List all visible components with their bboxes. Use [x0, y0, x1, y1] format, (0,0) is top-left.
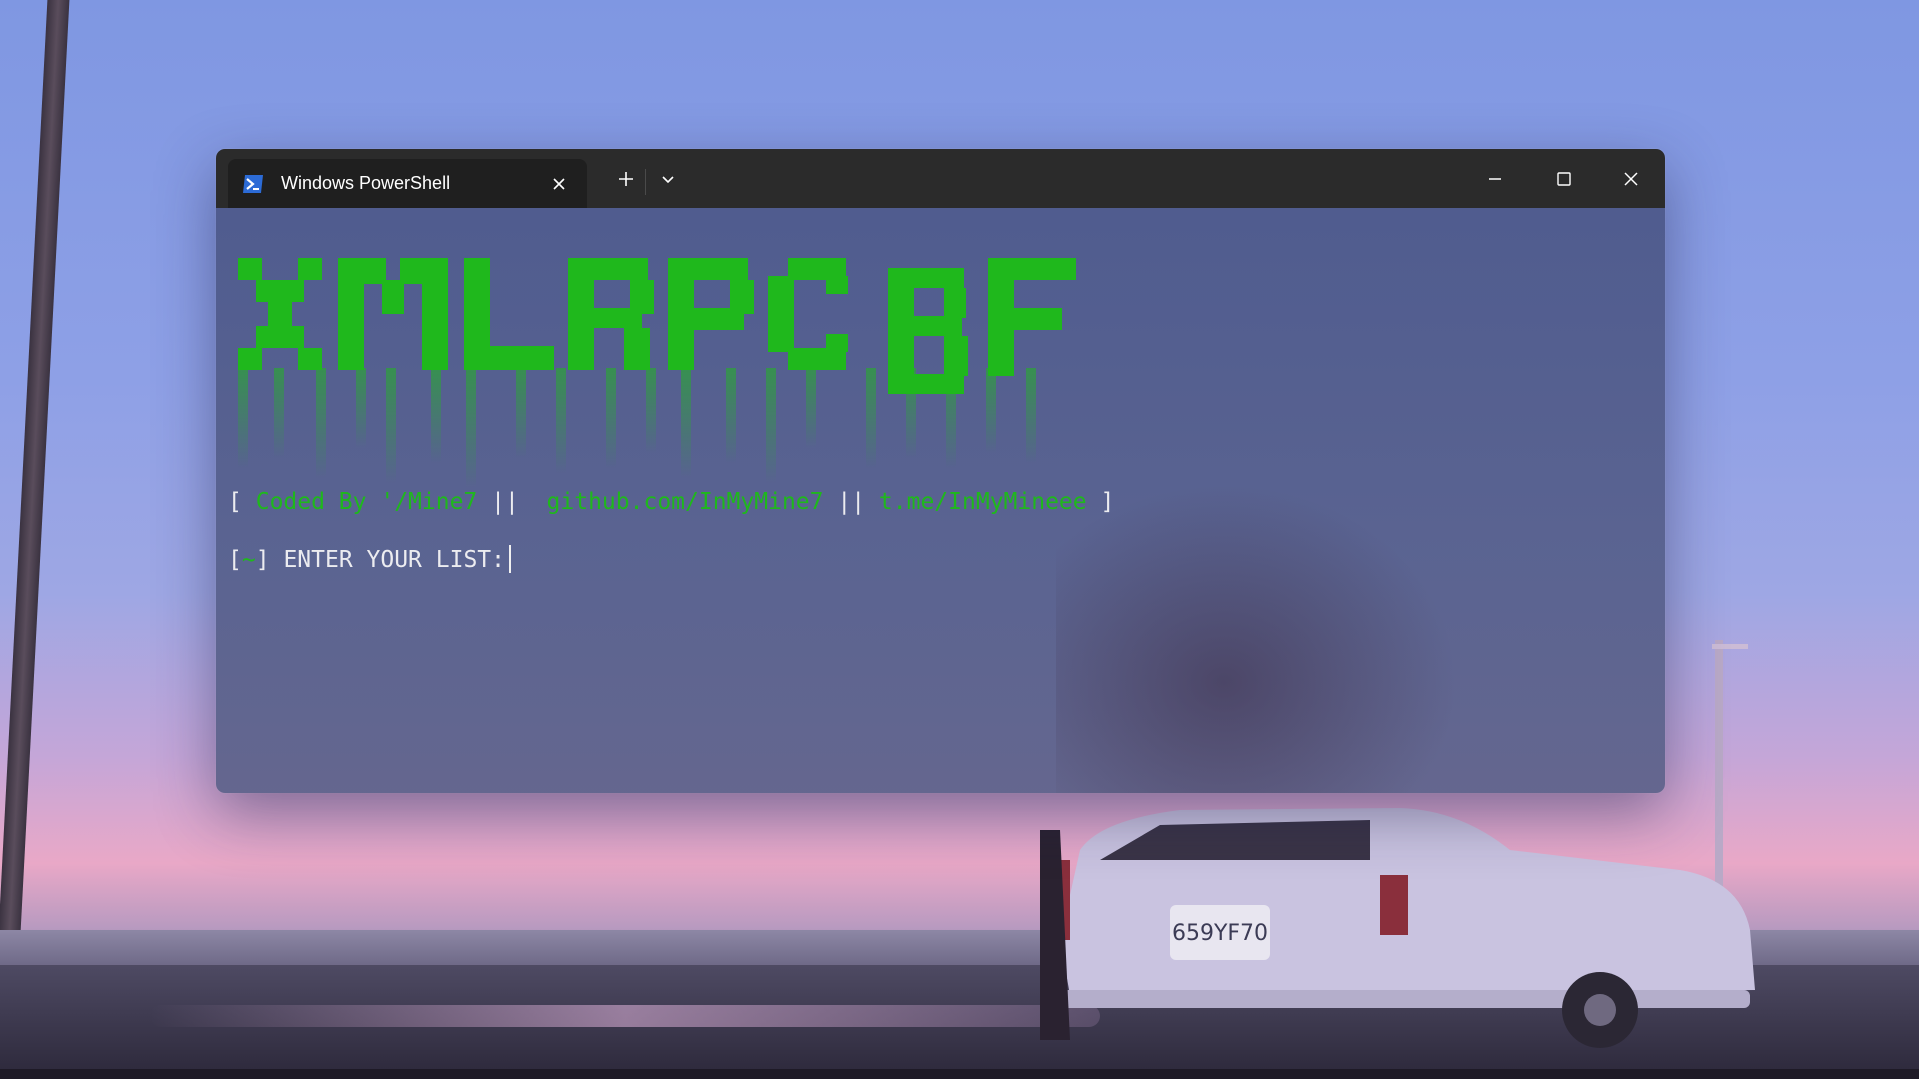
new-tab-button[interactable]: [606, 161, 646, 197]
title-bar[interactable]: Windows PowerShell: [216, 149, 1665, 208]
credit-line: [ Coded By '/Mine7 || github.com/InMyMin…: [228, 489, 1114, 515]
svg-text:659YF70: 659YF70: [1172, 921, 1268, 946]
tab-dropdown-button[interactable]: [648, 161, 688, 197]
desktop-wallpaper: 659YF70 Windows PowerShell [Coded By '/…: [0, 0, 1919, 1079]
prompt-symbol: ~: [241, 547, 256, 573]
bracket-close: ]: [1100, 489, 1115, 515]
close-window-button[interactable]: [1597, 149, 1665, 208]
tab-title: Windows PowerShell: [281, 173, 451, 193]
close-tab-icon[interactable]: [548, 173, 570, 195]
bracket-open: [: [228, 489, 242, 515]
separator: ||: [491, 489, 519, 515]
input-prompt[interactable]: [~] ENTER YOUR LIST:: [228, 545, 511, 573]
maximize-button[interactable]: [1530, 149, 1598, 208]
prompt-text: ENTER YOUR LIST:: [283, 547, 505, 573]
titlebar-separator: [645, 169, 646, 195]
plus-icon: [619, 172, 633, 186]
car-illustration: 659YF70: [1040, 808, 1755, 1048]
coded-by-text: Coded By '/Mine7: [255, 489, 478, 515]
separator: ||: [837, 489, 866, 515]
console-output[interactable]: [ Coded By '/Mine7 || github.com/InMyMin…: [216, 208, 1665, 793]
background-blur: [1056, 468, 1476, 793]
street-lamp-arm: [1712, 644, 1748, 649]
terminal-window[interactable]: Windows PowerShell [Coded By '/Mine7 ||…: [216, 149, 1665, 793]
taskbar-edge: [0, 1069, 1919, 1079]
tab-powershell[interactable]: Windows PowerShell: [228, 159, 587, 208]
close-icon: [1624, 171, 1638, 186]
prompt-bracket-close: ]: [255, 547, 270, 573]
text-cursor[interactable]: [509, 545, 511, 573]
chevron-down-icon: [662, 176, 674, 184]
utility-pole: [0, 0, 70, 970]
github-link: github.com/InMyMine7: [546, 489, 824, 515]
prompt-bracket-open: [: [228, 547, 242, 573]
maximize-icon: [1557, 171, 1571, 186]
minimize-button[interactable]: [1461, 149, 1529, 208]
telegram-link: t.me/InMyMineee: [878, 489, 1087, 515]
puddle-reflection: [150, 1005, 1100, 1027]
minimize-icon: [1489, 177, 1501, 180]
powershell-icon: [243, 175, 263, 193]
ascii-banner: [238, 258, 1076, 488]
